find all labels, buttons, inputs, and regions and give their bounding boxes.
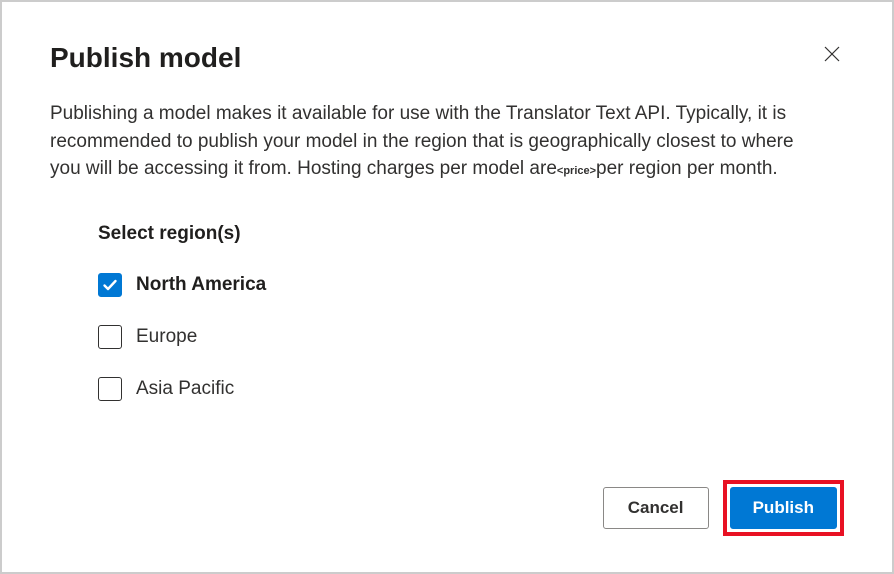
region-label: Asia Pacific [136,378,234,400]
region-label: North America [136,274,266,296]
checkbox-unchecked-icon [98,325,122,349]
dialog-description: Publishing a model makes it available fo… [50,100,810,183]
close-icon [824,45,840,67]
region-option-asia-pacific[interactable]: Asia Pacific [98,377,844,401]
highlight-box: Publish [723,480,844,536]
regions-label: Select region(s) [98,223,844,245]
dialog-title: Publish model [50,42,241,74]
dialog-footer: Cancel Publish [603,480,844,536]
close-button[interactable] [820,42,844,70]
checkbox-unchecked-icon [98,377,122,401]
publish-button[interactable]: Publish [730,487,837,529]
region-label: Europe [136,326,197,348]
region-option-north-america[interactable]: North America [98,273,844,297]
regions-section: Select region(s) North America Europe As… [98,223,844,401]
region-option-europe[interactable]: Europe [98,325,844,349]
cancel-button[interactable]: Cancel [603,487,709,529]
checkbox-checked-icon [98,273,122,297]
